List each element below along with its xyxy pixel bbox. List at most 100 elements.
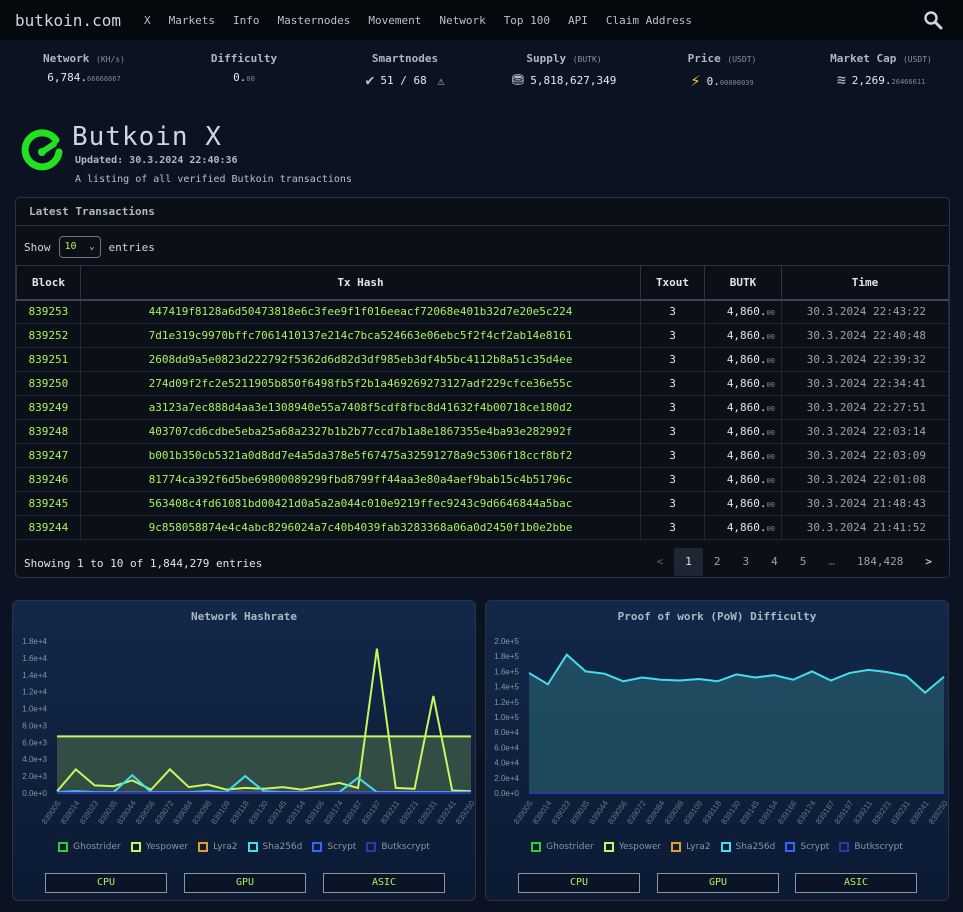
txout-cell: 3 — [640, 323, 705, 348]
block-link[interactable]: 839244 — [16, 515, 81, 540]
amount-cell: 4,860.00 — [704, 299, 782, 324]
legend-item[interactable]: Lyra2 — [198, 842, 238, 852]
chart-legend: Ghostrider Yespower Lyra2 Sha256d Scrypt Butk… — [13, 842, 475, 852]
coin-stack-icon: ⛃ — [511, 71, 525, 89]
legend-item[interactable]: Sha256d — [247, 842, 303, 852]
nav-link-api[interactable]: API — [568, 14, 588, 27]
pagination-page-2[interactable]: 2 — [703, 548, 732, 576]
legend-label: Lyra2 — [686, 842, 711, 852]
legend-swatch — [198, 842, 209, 852]
legend-item[interactable]: Lyra2 — [671, 842, 711, 852]
y-tick-label: 1.6e+4 — [22, 654, 47, 663]
legend-label: Scrypt — [327, 842, 357, 852]
legend-label: Sha256d — [262, 842, 303, 852]
nav-link-network[interactable]: Network — [439, 14, 485, 27]
column-header-block[interactable]: Block — [16, 265, 81, 301]
table-row: 839249 a3123a7ec888d4aa3e1308940e55a7408f… — [16, 395, 949, 420]
txout-cell: 3 — [640, 299, 705, 324]
tx-hash-link[interactable]: a3123a7ec888d4aa3e1308940e55a7408f5cdf8f… — [80, 395, 641, 420]
time-cell: 30.3.2024 22:27:51 — [781, 395, 949, 420]
column-header-time[interactable]: Time — [781, 265, 949, 301]
cpu-button[interactable]: CPU — [518, 873, 640, 893]
lightning-icon: ⚡ — [690, 71, 701, 91]
legend-swatch — [58, 842, 69, 852]
table-row: 839251 2608dd9a5e0823d222792f5362d6d82d3d… — [16, 347, 949, 372]
nav-link-top100[interactable]: Top 100 — [504, 14, 550, 27]
time-cell: 30.3.2024 22:40:48 — [781, 323, 949, 348]
x-tick-label: 839197 — [360, 799, 383, 826]
cpu-button[interactable]: CPU — [45, 873, 167, 893]
y-tick-label: 1.2e+4 — [22, 688, 47, 697]
y-tick-label: 4.0e+4 — [494, 759, 519, 768]
legend-swatch — [247, 842, 258, 852]
x-tick-label: 839250 — [454, 799, 477, 826]
legend-item[interactable]: Ghostrider — [58, 842, 121, 852]
legend-item[interactable]: Sha256d — [720, 842, 775, 852]
txout-cell: 3 — [640, 515, 705, 540]
entries-info: Showing 1 to 10 of 1,844,279 entries — [24, 557, 263, 570]
tx-hash-link[interactable]: b001b350cb5321a0d8dd7e4a5da378e5f67475a3… — [80, 443, 641, 468]
tx-hash-link[interactable]: 403707cd6cdbe5eba25a68a2327b1b2b77ccd7b1… — [80, 419, 641, 444]
pagination-page-4[interactable]: 4 — [760, 548, 789, 576]
y-tick-label: 1.8e+5 — [494, 652, 519, 661]
stat-network: Network (KH/s) 6,784.66666667 — [43, 52, 125, 84]
legend-swatch — [312, 842, 323, 852]
legend-item[interactable]: Ghostrider — [531, 842, 594, 852]
asic-button[interactable]: ASIC — [795, 873, 917, 893]
block-link[interactable]: 839245 — [16, 491, 81, 516]
legend-label: Butkscrypt — [381, 842, 430, 852]
nav-link-x[interactable]: X — [144, 14, 151, 27]
nav-link-claim-address[interactable]: Claim Address — [606, 14, 692, 27]
nav-link-info[interactable]: Info — [233, 14, 260, 27]
legend-swatch — [785, 842, 796, 852]
y-tick-label: 1.0e+5 — [494, 713, 519, 722]
time-cell: 30.3.2024 22:34:41 — [781, 371, 949, 396]
tx-hash-link[interactable]: 7d1e319c9970bffc7061410137e214c7bca52466… — [80, 323, 641, 348]
gpu-button[interactable]: GPU — [657, 873, 779, 893]
page-size-select[interactable]: 10 ⌄ — [58, 236, 101, 258]
block-link[interactable]: 839246 — [16, 467, 81, 492]
block-link[interactable]: 839250 — [16, 371, 81, 396]
legend-swatch — [531, 842, 542, 852]
nav-link-masternodes[interactable]: Masternodes — [277, 14, 350, 27]
column-header-tx-hash[interactable]: Tx Hash — [80, 265, 641, 301]
legend-item[interactable]: Butkscrypt — [839, 842, 903, 852]
nav-link-markets[interactable]: Markets — [169, 14, 215, 27]
tx-hash-link[interactable]: 274d09f2fc2e5211905b850f6498fb5f2b1a4692… — [80, 371, 641, 396]
updated-timestamp: Updated: 30.3.2024 22:40:36 — [75, 155, 238, 166]
asic-button[interactable]: ASIC — [323, 873, 445, 893]
tx-hash-link[interactable]: 563408c4fd61081bd00421d0a5a2a044c010e921… — [80, 491, 641, 516]
block-link[interactable]: 839253 — [16, 299, 81, 324]
tx-hash-link[interactable]: 2608dd9a5e0823d222792f5362d6d82d3df985eb… — [80, 347, 641, 372]
search-icon[interactable] — [923, 10, 943, 30]
pagination-next[interactable]: > — [914, 548, 943, 576]
block-link[interactable]: 839247 — [16, 443, 81, 468]
block-link[interactable]: 839249 — [16, 395, 81, 420]
pagination-page-5[interactable]: 5 — [789, 548, 818, 576]
block-link[interactable]: 839248 — [16, 419, 81, 444]
amount-cell: 4,860.00 — [704, 323, 782, 348]
block-link[interactable]: 839251 — [16, 347, 81, 372]
tx-hash-link[interactable]: 9c858058874e4c4abc8296024a7c40b4039fab32… — [80, 515, 641, 540]
pagination-page-3[interactable]: 3 — [732, 548, 761, 576]
tx-hash-link[interactable]: 447419f8128a6d50473818e6c3fee9f1f016eeac… — [80, 299, 641, 324]
legend-item[interactable]: Butkscrypt — [366, 842, 430, 852]
nav-links: X Markets Info Masternodes Movement Netw… — [142, 14, 710, 27]
legend-item[interactable]: Scrypt — [785, 842, 829, 852]
txout-cell: 3 — [640, 371, 705, 396]
legend-item[interactable]: Yespower — [603, 842, 661, 852]
pagination-page-last[interactable]: 184,428 — [846, 548, 914, 576]
tx-hash-link[interactable]: 81774ca392f6d5be69800089299fbd8799ff44aa… — [80, 467, 641, 492]
pagination-prev[interactable]: < — [646, 548, 675, 576]
column-header-txout[interactable]: Txout — [640, 265, 705, 301]
legend-swatch — [130, 842, 141, 852]
chart-legend: Ghostrider Yespower Lyra2 Sha256d Scrypt Butk… — [486, 842, 948, 852]
legend-item[interactable]: Scrypt — [312, 842, 356, 852]
gpu-button[interactable]: GPU — [184, 873, 306, 893]
column-header-butk[interactable]: BUTK — [704, 265, 782, 301]
legend-item[interactable]: Yespower — [130, 842, 188, 852]
block-link[interactable]: 839252 — [16, 323, 81, 348]
pagination-page-1[interactable]: 1 — [674, 548, 703, 576]
nav-link-movement[interactable]: Movement — [368, 14, 421, 27]
brand-logo-text[interactable]: butkoin.com — [15, 11, 142, 30]
